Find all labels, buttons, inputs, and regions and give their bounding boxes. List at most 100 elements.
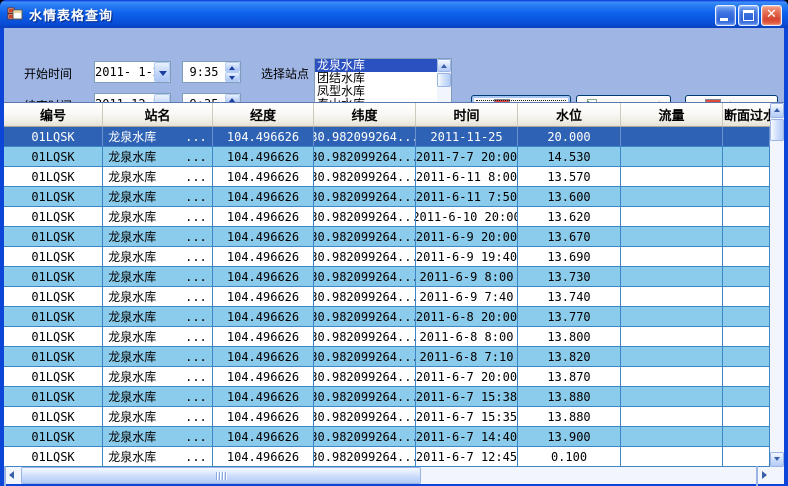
table-cell[interactable] — [621, 447, 723, 466]
table-cell[interactable]: 2011-6-10 20:00 — [416, 207, 518, 226]
table-cell[interactable] — [723, 127, 770, 146]
scroll-left-icon[interactable] — [4, 466, 6, 486]
vertical-scrollbar[interactable] — [770, 103, 784, 467]
table-cell[interactable]: 龙泉水库 ... — [103, 127, 213, 146]
table-cell[interactable]: 01LQSK — [4, 367, 103, 386]
table-cell[interactable] — [621, 287, 723, 306]
table-cell[interactable]: 13.690 — [518, 247, 621, 266]
table-cell[interactable]: 2011-6-11 8:00 — [416, 167, 518, 186]
table-cell[interactable]: 龙泉水库 ... — [103, 287, 213, 306]
scroll-up-icon[interactable] — [770, 103, 784, 118]
table-cell[interactable]: 龙泉水库 ... — [103, 407, 213, 426]
table-cell[interactable]: 13.870 — [518, 367, 621, 386]
table-cell[interactable]: 龙泉水库 ... — [103, 427, 213, 446]
table-cell[interactable] — [621, 147, 723, 166]
column-header[interactable]: 水位 — [518, 103, 621, 126]
table-cell[interactable]: 01LQSK — [4, 287, 103, 306]
table-row[interactable]: 01LQSK龙泉水库 ...104.49662630.982099264...2… — [4, 387, 770, 407]
table-cell[interactable]: 01LQSK — [4, 247, 103, 266]
table-cell[interactable]: 104.496626 — [213, 227, 314, 246]
table-cell[interactable]: 0.100 — [518, 447, 621, 466]
table-row[interactable]: 01LQSK龙泉水库 ...104.49662630.982099264...2… — [4, 327, 770, 347]
table-cell[interactable] — [621, 267, 723, 286]
table-cell[interactable] — [621, 167, 723, 186]
table-cell[interactable] — [723, 427, 770, 446]
scroll-up-icon[interactable] — [437, 59, 451, 72]
table-cell[interactable]: 01LQSK — [4, 447, 103, 466]
table-cell[interactable]: 龙泉水库 ... — [103, 447, 213, 466]
table-cell[interactable]: 2011-6-8 8:00 — [416, 327, 518, 346]
table-cell[interactable]: 龙泉水库 ... — [103, 147, 213, 166]
column-header[interactable]: 纬度 — [314, 103, 416, 126]
table-cell[interactable] — [723, 227, 770, 246]
table-cell[interactable]: 2011-11-25 — [416, 127, 518, 146]
table-cell[interactable]: 2011-6-8 20:00 — [416, 307, 518, 326]
table-cell[interactable] — [723, 387, 770, 406]
table-row[interactable]: 01LQSK龙泉水库 ...104.49662630.982099264...2… — [4, 207, 770, 227]
table-cell[interactable]: 104.496626 — [213, 407, 314, 426]
table-cell[interactable]: 13.570 — [518, 167, 621, 186]
table-cell[interactable]: 30.982099264... — [314, 267, 416, 286]
table-cell[interactable]: 104.496626 — [213, 127, 314, 146]
table-cell[interactable]: 13.670 — [518, 227, 621, 246]
table-cell[interactable]: 2011-6-7 15:35 — [416, 407, 518, 426]
table-cell[interactable] — [621, 127, 723, 146]
table-cell[interactable]: 13.770 — [518, 307, 621, 326]
table-row[interactable]: 01LQSK龙泉水库 ...104.49662630.982099264...2… — [4, 307, 770, 327]
scroll-thumb[interactable] — [437, 73, 451, 87]
start-time-up-icon[interactable] — [225, 62, 240, 72]
table-cell[interactable] — [621, 427, 723, 446]
table-cell[interactable]: 104.496626 — [213, 147, 314, 166]
horizontal-scrollbar[interactable] — [4, 467, 770, 484]
table-cell[interactable]: 龙泉水库 ... — [103, 387, 213, 406]
table-cell[interactable] — [723, 347, 770, 366]
table-cell[interactable]: 13.800 — [518, 327, 621, 346]
table-cell[interactable]: 104.496626 — [213, 307, 314, 326]
table-cell[interactable]: 01LQSK — [4, 187, 103, 206]
table-cell[interactable]: 01LQSK — [4, 347, 103, 366]
table-cell[interactable]: 30.982099264... — [314, 347, 416, 366]
table-cell[interactable]: 13.880 — [518, 407, 621, 426]
table-row[interactable]: 01LQSK龙泉水库 ...104.49662630.982099264...2… — [4, 287, 770, 307]
table-cell[interactable]: 104.496626 — [213, 207, 314, 226]
table-row[interactable]: 01LQSK龙泉水库 ...104.49662630.982099264...2… — [4, 427, 770, 447]
table-cell[interactable]: 13.740 — [518, 287, 621, 306]
table-cell[interactable] — [723, 327, 770, 346]
table-cell[interactable]: 13.600 — [518, 187, 621, 206]
table-row[interactable]: 01LQSK龙泉水库 ...104.49662630.982099264...2… — [4, 127, 770, 147]
minimize-button[interactable] — [715, 5, 736, 26]
table-cell[interactable] — [621, 207, 723, 226]
table-cell[interactable]: 01LQSK — [4, 307, 103, 326]
table-cell[interactable] — [723, 307, 770, 326]
table-cell[interactable] — [723, 407, 770, 426]
table-row[interactable]: 01LQSK龙泉水库 ...104.49662630.982099264...2… — [4, 267, 770, 287]
table-cell[interactable]: 30.982099264... — [314, 387, 416, 406]
table-cell[interactable]: 01LQSK — [4, 147, 103, 166]
table-row[interactable]: 01LQSK龙泉水库 ...104.49662630.982099264...2… — [4, 167, 770, 187]
table-cell[interactable] — [723, 367, 770, 386]
column-header[interactable]: 流量 — [621, 103, 723, 126]
table-row[interactable]: 01LQSK龙泉水库 ...104.49662630.982099264...2… — [4, 147, 770, 167]
table-cell[interactable]: 01LQSK — [4, 267, 103, 286]
table-cell[interactable] — [723, 167, 770, 186]
table-cell[interactable] — [723, 187, 770, 206]
table-cell[interactable]: 龙泉水库 ... — [103, 187, 213, 206]
table-cell[interactable]: 13.620 — [518, 207, 621, 226]
table-cell[interactable]: 龙泉水库 ... — [103, 207, 213, 226]
column-header[interactable]: 编号 — [4, 103, 103, 126]
table-row[interactable]: 01LQSK龙泉水库 ...104.49662630.982099264...2… — [4, 347, 770, 367]
table-cell[interactable]: 30.982099264... — [314, 427, 416, 446]
table-cell[interactable]: 104.496626 — [213, 347, 314, 366]
table-cell[interactable]: 104.496626 — [213, 267, 314, 286]
table-cell[interactable]: 104.496626 — [213, 427, 314, 446]
maximize-button[interactable] — [738, 5, 759, 26]
table-cell[interactable]: 龙泉水库 ... — [103, 267, 213, 286]
table-cell[interactable]: 104.496626 — [213, 167, 314, 186]
table-cell[interactable]: 01LQSK — [4, 327, 103, 346]
table-cell[interactable]: 2011-6-8 7:10 — [416, 347, 518, 366]
table-cell[interactable]: 104.496626 — [213, 327, 314, 346]
table-cell[interactable]: 13.900 — [518, 427, 621, 446]
table-cell[interactable]: 龙泉水库 ... — [103, 327, 213, 346]
table-cell[interactable]: 01LQSK — [4, 227, 103, 246]
column-header[interactable]: 经度 — [213, 103, 314, 126]
